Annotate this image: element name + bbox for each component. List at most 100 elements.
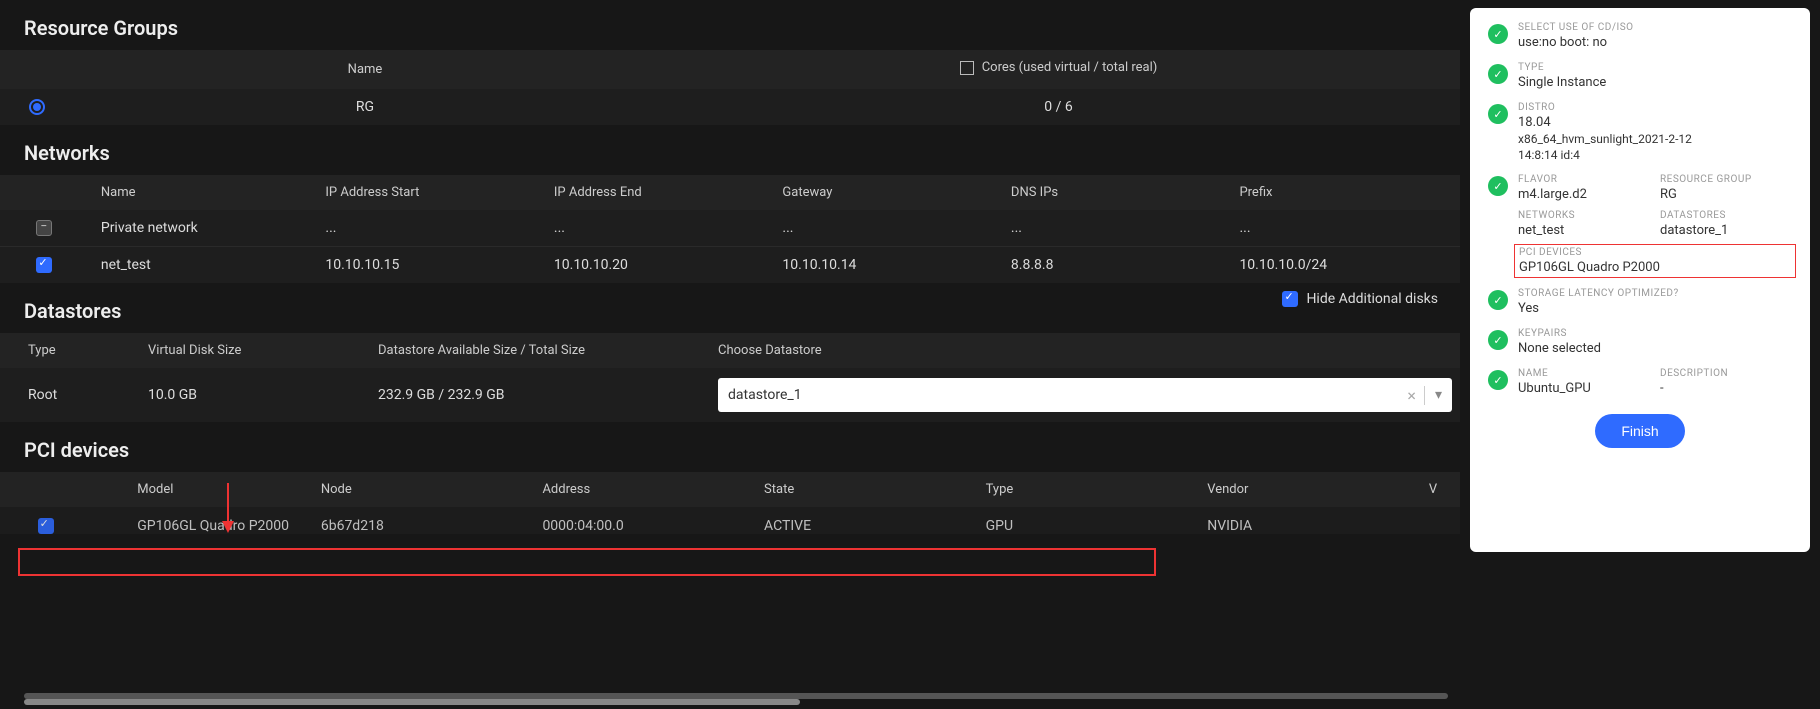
panel-datastores-label: DATASTORES (1660, 210, 1792, 221)
datastore-select-value: datastore_1 (728, 387, 802, 403)
pci-checkbox[interactable] (38, 518, 54, 534)
rg-row[interactable]: RG 0 / 6 (0, 89, 1460, 125)
finish-button[interactable]: Finish (1595, 414, 1684, 448)
ds-hdr-choose: Choose Datastore (710, 333, 1460, 368)
chevron-down-icon[interactable]: ▾ (1425, 387, 1442, 403)
pci-hdr-node: Node (313, 472, 535, 507)
pci-hdr-vendor: Vendor (1199, 472, 1421, 507)
panel-flavor-value: m4.large.d2 (1518, 187, 1650, 202)
rg-cores: 0 / 6 (657, 89, 1460, 125)
panel-networks-label: NETWORKS (1518, 210, 1650, 221)
panel-desc-value: - (1660, 381, 1792, 396)
net-checkbox-1[interactable] (36, 257, 52, 273)
ds-hdr-type: Type (0, 333, 140, 368)
rg-radio[interactable] (29, 99, 45, 115)
datastores-section: Datastores Hide Additional disks Type Vi… (0, 283, 1460, 422)
net-gateway-1: 10.10.10.14 (774, 247, 1003, 284)
net-hdr-ipend: IP Address End (546, 175, 775, 210)
panel-rg-label: RESOURCE GROUP (1660, 174, 1792, 185)
panel-name-label: NAME (1518, 368, 1650, 379)
datastore-select[interactable]: datastore_1 × ▾ (718, 378, 1452, 412)
panel-pci-label: PCI DEVICES (1519, 247, 1791, 258)
panel-keypairs-label: KEYPAIRS (1518, 328, 1601, 339)
net-name-0: Private network (89, 210, 318, 247)
cpu-icon (960, 61, 974, 75)
panel-storage-value: Yes (1518, 301, 1679, 316)
pci-title: PCI devices (0, 430, 1460, 472)
resource-groups-title: Resource Groups (0, 8, 1460, 50)
panel-cdiso-value: use:no boot: no (1518, 35, 1634, 50)
panel-distro-line3: 14:8:14 id:4 (1518, 148, 1692, 162)
panel-flavor-label: FLAVOR (1518, 174, 1650, 185)
net-prefix-0: ... (1231, 210, 1460, 247)
ds-hdr-avail: Datastore Available Size / Total Size (370, 333, 710, 368)
panel-type-label: TYPE (1518, 62, 1606, 73)
pci-hdr-model: Model (91, 472, 313, 507)
pci-node: 6b67d218 (313, 507, 535, 533)
check-icon: ✓ (1488, 330, 1508, 350)
networks-section: Networks Name IP Address Start IP Addres… (0, 125, 1460, 284)
net-ipstart-0: ... (317, 210, 546, 247)
pci-model: GP106GL Quadro P2000 (91, 507, 313, 533)
datastores-table: Type Virtual Disk Size Datastore Availab… (0, 333, 1460, 422)
pci-hdr-address: Address (534, 472, 756, 507)
net-hdr-prefix: Prefix (1231, 175, 1460, 210)
pci-hdr-state: State (756, 472, 978, 507)
clear-icon[interactable]: × (1399, 386, 1425, 405)
networks-title: Networks (0, 133, 1460, 175)
network-row[interactable]: net_test 10.10.10.15 10.10.10.20 10.10.1… (0, 247, 1460, 284)
panel-rg-value: RG (1660, 187, 1792, 202)
check-icon: ✓ (1488, 104, 1508, 124)
hide-additional-disks[interactable]: Hide Additional disks (1282, 291, 1438, 307)
networks-table: Name IP Address Start IP Address End Gat… (0, 175, 1460, 284)
pci-section: PCI devices Model Node Address State Typ… (0, 422, 1460, 533)
datastore-row: Root 10.0 GB 232.9 GB / 232.9 GB datasto… (0, 368, 1460, 422)
ds-vsize: 10.0 GB (140, 368, 370, 422)
hide-disks-checkbox[interactable] (1282, 291, 1298, 307)
ds-avail: 232.9 GB / 232.9 GB (370, 368, 710, 422)
panel-distro-line2: x86_64_hvm_sunlight_2021-2-12 (1518, 132, 1692, 146)
net-hdr-gateway: Gateway (774, 175, 1003, 210)
net-prefix-1: 10.10.10.0/24 (1231, 247, 1460, 284)
check-icon: ✓ (1488, 64, 1508, 84)
net-hdr-dns: DNS IPs (1003, 175, 1232, 210)
pci-hdr-type: Type (978, 472, 1200, 507)
panel-distro-label: DISTRO (1518, 102, 1692, 113)
panel-distro-value: 18.04 (1518, 115, 1692, 130)
net-hdr-name: Name (89, 175, 318, 210)
rg-name: RG (73, 89, 657, 125)
pci-state: ACTIVE (756, 507, 978, 533)
rg-header-cores: Cores (used virtual / total real) (982, 60, 1158, 75)
panel-pci-value: GP106GL Quadro P2000 (1519, 260, 1791, 275)
panel-storage-label: STORAGE LATENCY OPTIMIZED? (1518, 288, 1679, 299)
ds-type: Root (0, 368, 140, 422)
hide-disks-label: Hide Additional disks (1306, 291, 1438, 307)
pci-address: 0000:04:00.0 (534, 507, 756, 533)
check-icon: ✓ (1488, 176, 1508, 196)
annotation-rect-pci (18, 548, 1156, 576)
net-dns-1: 8.8.8.8 (1003, 247, 1232, 284)
datastores-title: Datastores (0, 291, 1460, 333)
net-ipend-1: 10.10.10.20 (546, 247, 775, 284)
net-hdr-ipstart: IP Address Start (317, 175, 546, 210)
pci-table: Model Node Address State Type Vendor V (0, 472, 1460, 533)
net-name-1: net_test (89, 247, 318, 284)
horizontal-scrollbar-thumb[interactable] (24, 699, 800, 705)
resource-groups-section: Resource Groups Name Cores (used virtual… (0, 0, 1460, 125)
ds-hdr-vsize: Virtual Disk Size (140, 333, 370, 368)
net-ipend-0: ... (546, 210, 775, 247)
net-gateway-0: ... (774, 210, 1003, 247)
pci-vendor: NVIDIA (1199, 507, 1421, 533)
panel-keypairs-value: None selected (1518, 341, 1601, 356)
network-row[interactable]: Private network ... ... ... ... ... (0, 210, 1460, 247)
panel-networks-value: net_test (1518, 223, 1650, 238)
pci-type: GPU (978, 507, 1200, 533)
net-ipstart-1: 10.10.10.15 (317, 247, 546, 284)
pci-row[interactable]: GP106GL Quadro P2000 6b67d218 0000:04:00… (0, 507, 1460, 533)
panel-cdiso-label: SELECT USE OF CD/ISO (1518, 22, 1634, 33)
panel-datastores-value: datastore_1 (1660, 223, 1792, 238)
panel-desc-label: DESCRIPTION (1660, 368, 1792, 379)
net-checkbox-0[interactable] (36, 220, 52, 236)
panel-name-value: Ubuntu_GPU (1518, 381, 1650, 396)
check-icon: ✓ (1488, 370, 1508, 390)
